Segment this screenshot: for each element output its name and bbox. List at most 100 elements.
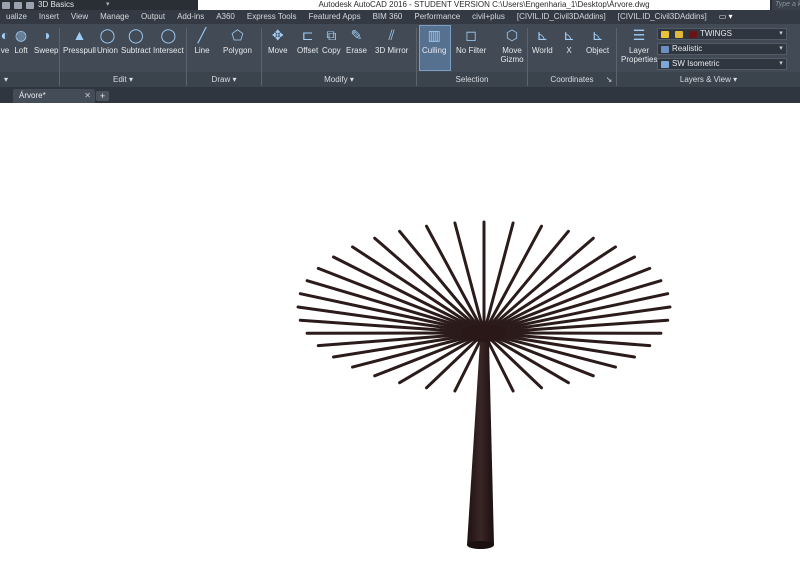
intersect-icon: ◯ (160, 27, 177, 43)
sun-icon[interactable] (675, 30, 683, 38)
ucs-object-button[interactable]: ⊾ Object (586, 26, 609, 55)
panel-title-modify[interactable]: Modify ▾ (262, 72, 416, 87)
quick-access-toolbar: 3D Basics ▾ (0, 0, 110, 10)
chevron-down-icon[interactable]: ▾ (776, 59, 786, 69)
no-filter-button[interactable]: ◻ No Filter (456, 26, 486, 55)
layer-value: TWINGS (700, 29, 732, 38)
line-button[interactable]: ╱ Line (193, 26, 211, 55)
chevron-down-icon[interactable]: ▾ (776, 29, 786, 39)
view-value: SW Isometric (672, 59, 720, 68)
tab-bim-360[interactable]: BIM 360 (367, 10, 409, 24)
tab-performance[interactable]: Performance (408, 10, 466, 24)
panel-title-layers-view[interactable]: Layers & View ▾ (617, 72, 800, 87)
move-gizmo-button[interactable]: ⬡ Move Gizmo (499, 26, 525, 64)
tab-featured-apps[interactable]: Featured Apps (303, 10, 367, 24)
layer-properties-button[interactable]: ☰ Layer Properties (621, 26, 657, 64)
branch-hub (462, 324, 506, 342)
move-button[interactable]: ✥ Move (268, 26, 288, 55)
subtract-button[interactable]: ◯ Subtract (121, 26, 151, 55)
subtract-icon: ◯ (128, 27, 144, 43)
title-bar: 3D Basics ▾ Autodesk AutoCAD 2016 - STUD… (0, 0, 800, 10)
dialog-launcher-icon[interactable]: ↘ (604, 72, 614, 87)
drawing-viewport[interactable] (0, 103, 800, 586)
sweep-icon: ◑ (42, 27, 51, 43)
tab-insert[interactable]: Insert (33, 10, 65, 24)
ucs-world-button[interactable]: ⊾ World (532, 26, 553, 55)
search-input[interactable]: Type a k (772, 0, 800, 10)
panel-divider (416, 28, 417, 86)
ribbon-options-button[interactable]: ▭ ▾ (713, 10, 739, 24)
close-icon[interactable]: ✕ (84, 89, 91, 103)
union-icon: ◯ (99, 27, 116, 43)
tab-a360[interactable]: A360 (210, 10, 241, 24)
visual-style-icon (661, 45, 669, 53)
chevron-down-icon[interactable]: ▾ (106, 0, 110, 10)
tree-3d-model[interactable] (0, 103, 800, 586)
tree-trunk (467, 341, 494, 545)
tab-manage[interactable]: Manage (94, 10, 135, 24)
panel-title-bar: ▾ Edit ▾ Draw ▾ Modify ▾ Selection Coord… (0, 72, 800, 87)
offset-button[interactable]: ⊏ Offset (297, 26, 318, 55)
tab-output[interactable]: Output (135, 10, 171, 24)
tab-visualize[interactable]: ualize (0, 10, 33, 24)
visual-style-dropdown[interactable]: Realistic ▾ (657, 43, 787, 55)
filter-icon: ◻ (465, 27, 477, 43)
mirror-3d-button[interactable]: ⫽ 3D Mirror (375, 26, 408, 55)
undo-icon[interactable] (14, 1, 22, 9)
loft-icon: ◍ (14, 27, 28, 43)
view-cube-icon (661, 60, 669, 68)
panel-divider (261, 28, 262, 86)
lightbulb-icon[interactable] (661, 30, 669, 38)
layer-properties-icon: ☰ (632, 27, 646, 43)
union-button[interactable]: ◯ Union (97, 26, 118, 55)
save-icon[interactable] (2, 1, 10, 9)
erase-button[interactable]: ✎ Erase (346, 26, 367, 55)
ucs-world-icon: ⊾ (536, 27, 549, 43)
ucs-x-icon: ⊾ (563, 27, 575, 43)
tab-express-tools[interactable]: Express Tools (241, 10, 303, 24)
file-tab-label: Árvore* (19, 91, 46, 100)
layer-color-icon (689, 30, 697, 38)
workspace-switcher[interactable]: 3D Basics (38, 0, 74, 10)
tab-civil-id-addins-2[interactable]: [CIVIL.ID_Civil3DAddins] (612, 10, 713, 24)
polygon-icon: ⬠ (231, 27, 244, 43)
gizmo-icon: ⬡ (505, 27, 519, 43)
panel-divider (616, 28, 617, 86)
chevron-down-icon[interactable]: ▾ (776, 44, 786, 54)
intersect-button[interactable]: ◯ Intersect (153, 26, 184, 55)
trunk-base (467, 541, 494, 549)
presspull-button[interactable]: ▲ Presspull (63, 26, 96, 55)
new-tab-button[interactable]: + (96, 91, 109, 101)
view-dropdown[interactable]: SW Isometric ▾ (657, 58, 787, 70)
panel-title-selection: Selection (455, 75, 489, 84)
tab-add-ins[interactable]: Add-ins (171, 10, 210, 24)
line-icon: ╱ (197, 27, 207, 43)
tab-civil-id-addins[interactable]: [CIVIL.ID_Civil3DAddins] (511, 10, 612, 24)
copy-button[interactable]: ⧉ Copy (322, 26, 341, 55)
panel-title-coordinates: Coordinates (550, 75, 594, 84)
panel-divider (186, 28, 187, 86)
tab-civil-plus[interactable]: civil+plus (466, 10, 511, 24)
panel-divider (59, 28, 60, 86)
panel-title-draw[interactable]: Draw ▾ (187, 72, 261, 87)
ucs-object-icon: ⊾ (591, 27, 604, 43)
file-tab-arvore[interactable]: Árvore* ✕ (13, 89, 95, 103)
culling-icon: ▥ (427, 27, 441, 43)
panel-title-modeling[interactable]: ▾ (0, 72, 12, 87)
culling-button[interactable]: ▥ Culling (422, 26, 446, 55)
panel-title-edit[interactable]: Edit ▾ (60, 72, 186, 87)
file-tab-bar: Árvore* ✕ + (0, 87, 800, 103)
loft-button[interactable]: ◍ Loft (12, 26, 30, 55)
tab-view[interactable]: View (65, 10, 94, 24)
ucs-x-button[interactable]: ⊾ X (560, 26, 578, 55)
move-icon: ✥ (271, 27, 284, 43)
sweep-button[interactable]: ◑ Sweep (34, 26, 58, 55)
layer-dropdown[interactable]: TWINGS ▾ (657, 28, 787, 40)
redo-icon[interactable] (26, 1, 34, 9)
panel-divider (527, 28, 528, 86)
ribbon-tab-bar: ualize Insert View Manage Output Add-ins… (0, 10, 800, 24)
polygon-button[interactable]: ⬠ Polygon (223, 26, 252, 55)
mirror-3d-icon: ⫽ (388, 27, 395, 43)
offset-icon: ⊏ (301, 27, 314, 43)
window-title: Autodesk AutoCAD 2016 - STUDENT VERSION … (198, 0, 770, 10)
